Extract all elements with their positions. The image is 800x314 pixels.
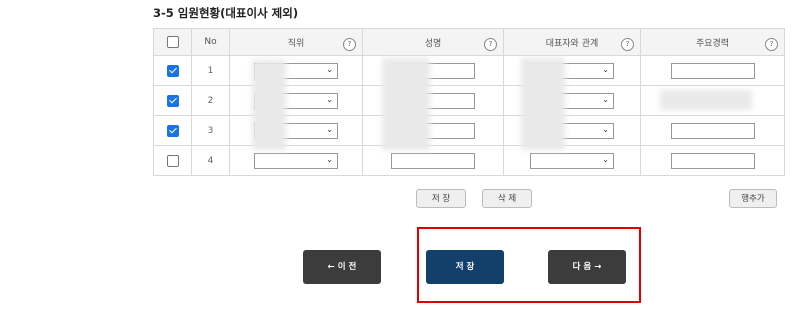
position-select[interactable]: ⌄ [254,152,338,169]
chevron-down-icon: ⌄ [602,124,609,134]
table-row: 3 ⌄ ⌄ [153,115,785,146]
header-position-label: 직위 [287,38,305,49]
row-checkbox[interactable] [166,124,179,137]
header-relation-label: 대표자와 관계 [545,38,599,49]
chevron-down-icon: ⌄ [326,94,333,104]
header-name: 성명? [362,28,504,56]
header-position: 직위? [229,28,363,56]
header-name-label: 성명 [424,38,442,49]
table-row: 1 ⌄ ⌄ [153,55,785,86]
redaction-blur [382,58,430,150]
help-icon[interactable]: ? [343,38,356,51]
redaction-blur [521,58,565,150]
chevron-down-icon: ⌄ [602,154,609,164]
add-row-button[interactable]: 행추가 [729,189,777,208]
chevron-down-icon: ⌄ [326,64,333,74]
row-number: 2 [191,85,230,116]
row-checkbox[interactable] [166,94,179,107]
section-title: 3-5 임원현황(대표이사 제외) [153,6,299,20]
help-icon[interactable]: ? [765,38,778,51]
career-input[interactable] [670,152,755,169]
help-icon[interactable]: ? [621,38,634,51]
header-no: No [191,28,230,56]
chevron-down-icon: ⌄ [326,154,333,164]
row-checkbox[interactable] [166,64,179,77]
row-checkbox[interactable] [166,154,179,167]
header-career: 주요경력? [640,28,785,56]
name-input[interactable] [391,152,475,169]
highlight-frame [417,227,641,303]
select-all-cell [153,28,192,56]
header-relation: 대표자와 관계? [503,28,641,56]
row-save-button[interactable]: 저 장 [416,189,466,208]
chevron-down-icon: ⌄ [326,124,333,134]
career-input[interactable] [670,62,755,79]
row-number: 4 [191,145,230,176]
row-number: 3 [191,115,230,146]
chevron-down-icon: ⌄ [602,94,609,104]
redaction-blur [660,90,752,110]
prev-button[interactable]: ← 이 전 [303,250,381,284]
header-career-label: 주요경력 [695,38,730,49]
chevron-down-icon: ⌄ [602,64,609,74]
relation-select[interactable]: ⌄ [530,152,614,169]
career-input[interactable] [670,122,755,139]
help-icon[interactable]: ? [484,38,497,51]
row-delete-button[interactable]: 삭 제 [482,189,532,208]
row-number: 1 [191,55,230,86]
redaction-blur [252,60,286,150]
table-header-row: No 직위? 성명? 대표자와 관계? 주요경력? [153,28,785,56]
select-all-checkbox[interactable] [166,36,179,48]
table-row: 4 ⌄ ⌄ [153,145,785,176]
